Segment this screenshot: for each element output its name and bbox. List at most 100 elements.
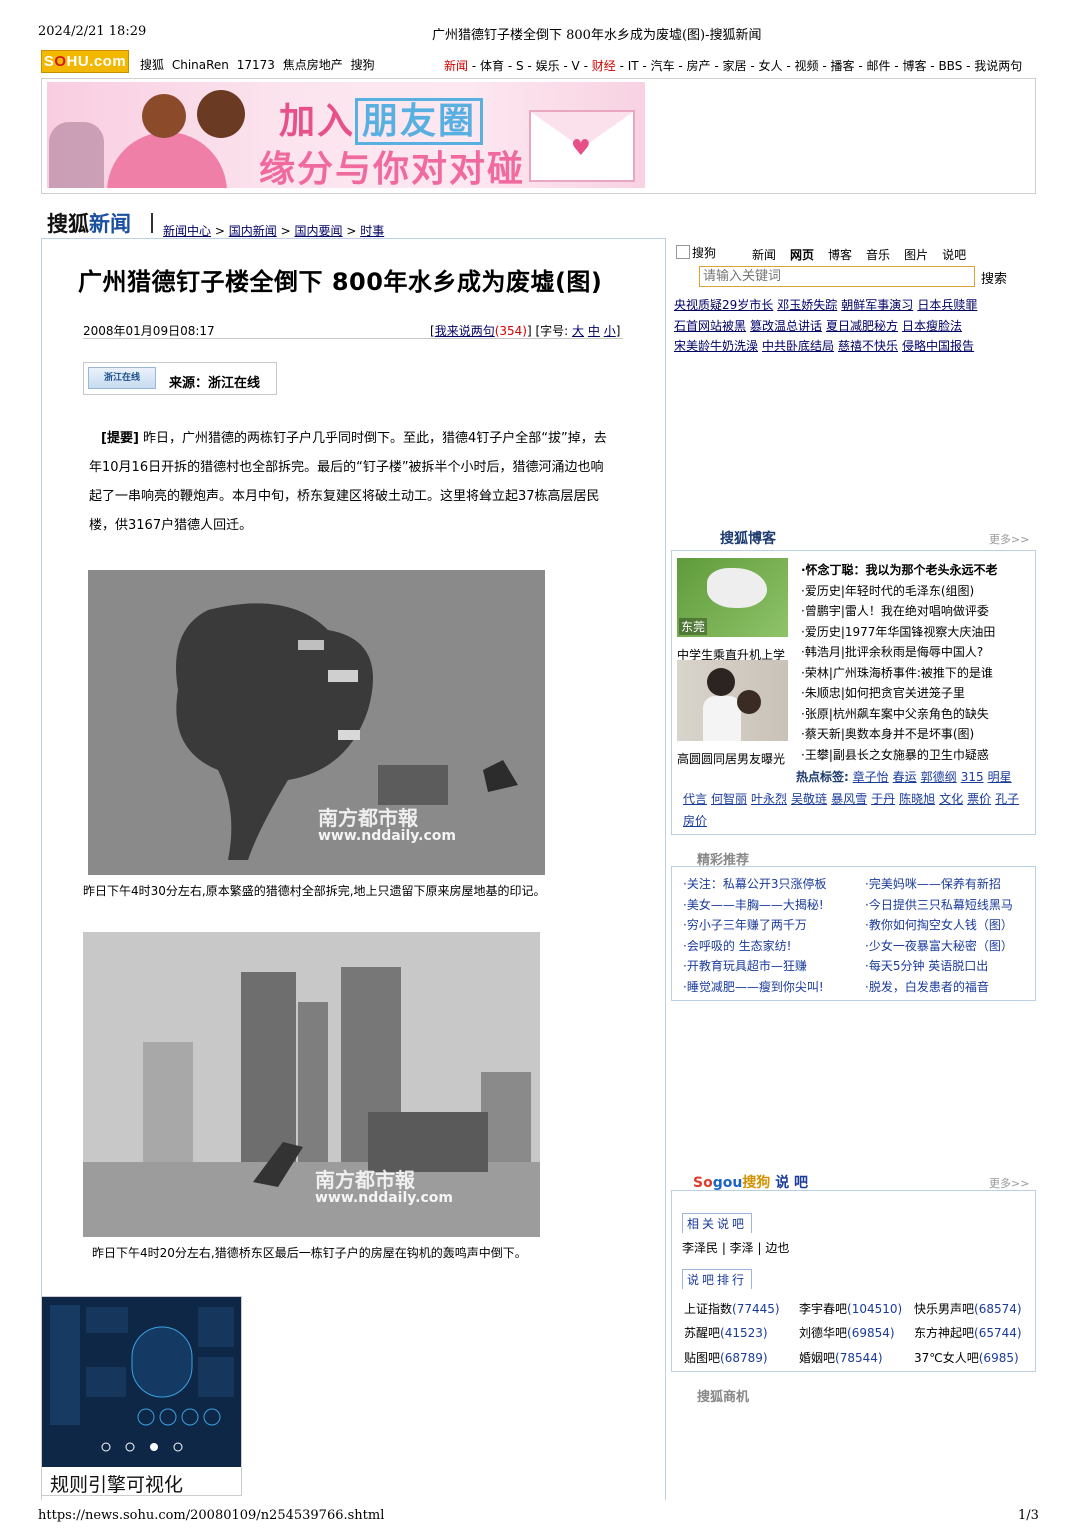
ranking-name[interactable]: 苏醒吧 <box>684 1326 720 1340</box>
blog-item[interactable]: ·王攀|副县长之女施暴的卫生巾疑惑 <box>801 747 998 768</box>
hot-tag-link[interactable]: 吴敬琏 <box>791 792 827 806</box>
search-tab[interactable]: 图片 <box>904 248 928 262</box>
ranking-name[interactable]: 东方神起吧 <box>914 1326 974 1340</box>
hot-search-link[interactable]: 石首网站被黑 <box>674 319 746 333</box>
channel-link[interactable]: 邮件 <box>866 59 890 73</box>
search-tab[interactable]: 博客 <box>828 248 852 262</box>
channel-link[interactable]: 博客 <box>902 59 926 73</box>
ranking-item[interactable]: 贴图吧(68789) <box>684 1349 768 1366</box>
hot-search-link[interactable]: 侵略中国报告 <box>902 339 974 353</box>
ranking-item[interactable]: 苏醒吧(41523) <box>684 1324 768 1341</box>
recommend-item[interactable]: ·今日提供三只私幕短线黑马 <box>865 897 1013 918</box>
hot-tag-link[interactable]: 郭德纲 <box>921 770 957 784</box>
ranking-item[interactable]: 刘德华吧(69854) <box>799 1324 895 1341</box>
search-tab[interactable]: 音乐 <box>866 248 890 262</box>
channel-link[interactable]: BBS <box>938 59 962 73</box>
hot-tag-link[interactable]: 票价 <box>967 792 991 806</box>
blog-section-title[interactable]: 搜狐博客 <box>720 528 776 548</box>
ranking-item[interactable]: 37℃女人吧(6985) <box>914 1349 1019 1366</box>
dashboard-ad-graphic[interactable] <box>42 1297 241 1467</box>
sogou-shuoba-logo[interactable]: Sogou搜狗 说 吧 <box>693 1172 808 1192</box>
channel-link[interactable]: IT <box>628 59 639 73</box>
recommend-item[interactable]: ·脱发，白发患者的福音 <box>865 979 1013 1000</box>
font-size-large[interactable]: 大 <box>572 324 584 338</box>
hot-search-link[interactable]: 央视质疑29岁市长 <box>674 298 773 312</box>
blog-item[interactable]: ·荣林|广州珠海桥事件:被推下的是谁 <box>801 665 998 686</box>
recommend-item[interactable]: ·关注：私幕公开3只涨停板 <box>683 876 826 897</box>
search-input[interactable] <box>699 266 975 287</box>
hot-tag-link[interactable]: 房价 <box>683 814 707 828</box>
channel-link[interactable]: 房产 <box>687 59 711 73</box>
channel-link[interactable]: V <box>572 59 580 73</box>
ranking-item[interactable]: 东方神起吧(65744) <box>914 1324 1022 1341</box>
friend-circle-banner[interactable]: 加入 朋友圈 缘分与你对对碰 ♥ <box>47 82 645 188</box>
channel-link[interactable]: 视频 <box>795 59 819 73</box>
network-link[interactable]: ChinaRen <box>172 58 229 72</box>
related-shuoba-list[interactable]: 李泽民 | 李泽 | 边也 <box>682 1239 789 1256</box>
hot-tag-link[interactable]: 明星 <box>988 770 1012 784</box>
blog-item[interactable]: ·爱历史|1977年华国锋视察大庆油田 <box>801 624 998 645</box>
hot-tag-link[interactable]: 代言 <box>683 792 707 806</box>
ranking-name[interactable]: 刘德华吧 <box>799 1326 847 1340</box>
blog-item[interactable]: ·朱顺忠|如何把贪官关进笼子里 <box>801 685 998 706</box>
sogou-logo-image[interactable]: 搜狗 <box>676 244 716 261</box>
hot-search-link[interactable]: 夏日减肥秘方 <box>826 319 898 333</box>
hot-tag-link[interactable]: 何智丽 <box>711 792 747 806</box>
breadcrumb-news-center[interactable]: 新闻中心 <box>163 224 211 238</box>
network-link[interactable]: 焦点房地产 <box>283 58 343 72</box>
hot-tag-link[interactable]: 文化 <box>939 792 963 806</box>
font-size-small[interactable]: 小 <box>604 324 616 338</box>
recommend-item[interactable]: ·每天5分钟 英语脱口出 <box>865 958 1013 979</box>
tab-shuoba-ranking[interactable]: 说吧排行 <box>682 1269 753 1289</box>
hot-search-link[interactable]: 朝鲜军事演习 <box>841 298 913 312</box>
network-link[interactable]: 搜狗 <box>351 58 375 72</box>
couple-thumbnail[interactable] <box>677 660 788 741</box>
hot-search-link[interactable]: 篡改温总讲话 <box>750 319 822 333</box>
breadcrumb-current-affairs[interactable]: 时事 <box>360 224 384 238</box>
recommend-item[interactable]: ·会呼吸的 生态家纺! <box>683 938 826 959</box>
ranking-name[interactable]: 上证指数 <box>684 1302 732 1316</box>
hot-search-link[interactable]: 邓玉娇失踪 <box>777 298 837 312</box>
hot-search-link[interactable]: 中共卧底结局 <box>762 339 834 353</box>
tab-related-shuoba[interactable]: 相关说吧 <box>682 1213 753 1233</box>
channel-link[interactable]: 财经 <box>592 59 616 73</box>
channel-link[interactable]: 我说两句 <box>974 59 1022 73</box>
recommend-item[interactable]: ·少女一夜暴富大秘密（图） <box>865 938 1013 959</box>
ranking-name[interactable]: 贴图吧 <box>684 1351 720 1365</box>
network-link[interactable]: 搜狐 <box>140 58 164 72</box>
recommend-item[interactable]: ·完美妈咪——保养有新招 <box>865 876 1013 897</box>
hot-tag-link[interactable]: 章子怡 <box>853 770 889 784</box>
hot-tag-link[interactable]: 暴风雪 <box>831 792 867 806</box>
blog-item[interactable]: ·爱历史|年轻时代的毛泽东(组图) <box>801 583 998 604</box>
channel-link[interactable]: S <box>516 59 524 73</box>
channel-link[interactable]: 家居 <box>723 59 747 73</box>
channel-link[interactable]: 播客 <box>830 59 854 73</box>
comment-link[interactable]: 我来说两句 <box>435 324 495 338</box>
ranking-name[interactable]: 快乐男声吧 <box>914 1302 974 1316</box>
blog-item[interactable]: ·张原|杭州飙车案中父亲角色的缺失 <box>801 706 998 727</box>
hot-search-link[interactable]: 日本瘦脸法 <box>902 319 962 333</box>
ranking-name[interactable]: 李宇春吧 <box>799 1302 847 1316</box>
breadcrumb-domestic[interactable]: 国内新闻 <box>229 224 277 238</box>
hot-tag-link[interactable]: 孔子 <box>995 792 1019 806</box>
search-button[interactable]: 搜索 <box>981 268 1007 287</box>
recommend-item[interactable]: ·开教育玩具超市—狂赚 <box>683 958 826 979</box>
ranking-item[interactable]: 李宇春吧(104510) <box>799 1300 902 1317</box>
comment-count[interactable]: (354) <box>495 324 527 338</box>
hot-tag-link[interactable]: 叶永烈 <box>751 792 787 806</box>
channel-link[interactable]: 体育 <box>480 59 504 73</box>
hot-tag-link[interactable]: 陈晓旭 <box>899 792 935 806</box>
helicopter-thumbnail[interactable]: 东莞 <box>677 558 788 637</box>
zjol-logo[interactable]: 浙江在线 <box>88 367 156 389</box>
channel-link[interactable]: 汽车 <box>651 59 675 73</box>
network-link[interactable]: 17173 <box>237 58 275 72</box>
blog-item[interactable]: ·韩浩月|批评余秋雨是侮辱中国人? <box>801 644 998 665</box>
sohu-news-logo[interactable]: 搜狐新闻 <box>47 208 131 238</box>
hot-tag-link[interactable]: 春运 <box>893 770 917 784</box>
recommend-item[interactable]: ·穷小子三年赚了两千万 <box>683 917 826 938</box>
search-tab[interactable]: 说吧 <box>942 248 966 262</box>
ranking-item[interactable]: 婚姻吧(78544) <box>799 1349 883 1366</box>
ranking-item[interactable]: 快乐男声吧(68574) <box>914 1300 1022 1317</box>
blog-item[interactable]: ·怀念丁聪：我以为那个老头永远不老 <box>801 562 998 583</box>
hot-search-link[interactable]: 慈禧不快乐 <box>838 339 898 353</box>
